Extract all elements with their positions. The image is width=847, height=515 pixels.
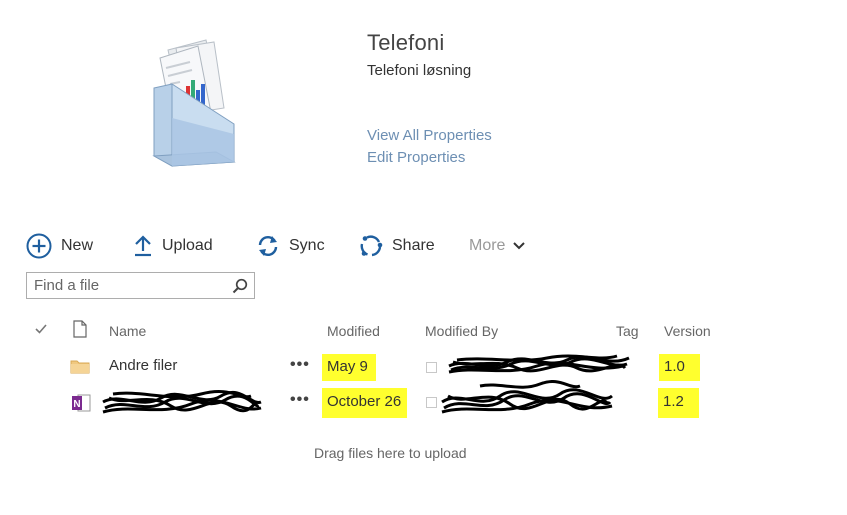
version-number: 1.2 xyxy=(658,388,699,418)
drop-zone-hint[interactable]: Drag files here to upload xyxy=(314,445,467,461)
row-menu-ellipsis-icon[interactable]: ••• xyxy=(290,391,310,409)
redacted-modified-by xyxy=(447,352,632,383)
file-name[interactable]: Andre filer xyxy=(109,357,177,374)
select-all-checkmark-icon[interactable] xyxy=(34,322,48,341)
row-checkbox[interactable] xyxy=(426,397,437,408)
column-header-name[interactable]: Name xyxy=(109,323,146,339)
upload-arrow-icon xyxy=(133,234,153,258)
search-input[interactable] xyxy=(27,273,234,298)
sync-icon xyxy=(256,234,280,258)
row-checkbox[interactable] xyxy=(426,362,437,373)
upload-label: Upload xyxy=(162,237,213,254)
sync-button[interactable]: Sync xyxy=(256,233,325,259)
view-all-properties-link[interactable]: View All Properties xyxy=(367,127,492,144)
modified-date: May 9 xyxy=(322,354,376,381)
plus-circle-icon xyxy=(26,233,52,259)
search-icon[interactable] xyxy=(232,278,248,299)
share-icon xyxy=(359,234,383,258)
document-library-icon xyxy=(150,38,240,170)
search-box xyxy=(26,272,255,299)
new-button[interactable]: New xyxy=(26,233,93,259)
column-header-modified-by[interactable]: Modified By xyxy=(425,323,498,339)
upload-button[interactable]: Upload xyxy=(133,233,213,259)
version-number: 1.0 xyxy=(659,354,700,381)
more-button[interactable]: More xyxy=(469,233,526,259)
new-label: New xyxy=(61,237,94,254)
redacted-modified-by xyxy=(440,380,615,425)
modified-date: October 26 xyxy=(322,388,408,418)
chevron-down-icon xyxy=(512,241,526,251)
column-header-version[interactable]: Version xyxy=(664,323,711,339)
redacted-file-name xyxy=(101,388,263,425)
site-subtitle: Telefoni løsning xyxy=(367,62,472,79)
sync-label: Sync xyxy=(289,237,325,254)
column-header-modified[interactable]: Modified xyxy=(327,323,380,339)
edit-properties-link[interactable]: Edit Properties xyxy=(367,149,465,166)
more-label: More xyxy=(469,237,506,254)
file-type-header-icon xyxy=(73,320,87,343)
share-label: Share xyxy=(392,237,435,254)
svg-text:N: N xyxy=(73,399,80,410)
folder-icon xyxy=(70,358,90,379)
share-button[interactable]: Share xyxy=(359,233,435,259)
column-header-tag[interactable]: Tag xyxy=(616,323,639,339)
row-menu-ellipsis-icon[interactable]: ••• xyxy=(290,356,310,374)
onenote-icon: N xyxy=(71,393,91,418)
site-title: Telefoni xyxy=(367,30,445,55)
